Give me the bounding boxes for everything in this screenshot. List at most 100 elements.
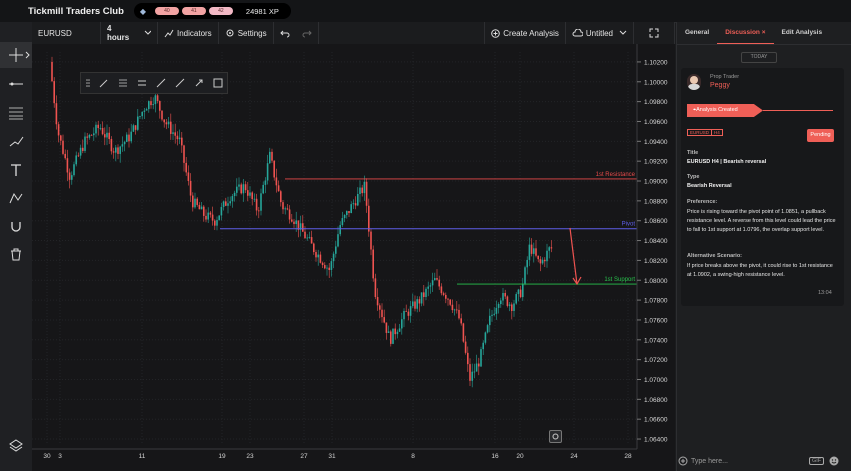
candle-body [255, 198, 258, 211]
rectangle-icon[interactable] [213, 78, 223, 88]
candle-body [137, 116, 139, 130]
type-label: Type [687, 174, 700, 180]
candle-body [148, 101, 150, 110]
plus-circle-icon[interactable] [678, 456, 688, 466]
pattern-tool[interactable] [0, 185, 32, 211]
candle-body [324, 265, 326, 269]
candle-body [418, 299, 421, 304]
candle-body [152, 104, 154, 106]
close-icon[interactable]: × [762, 29, 766, 36]
magnet-tool[interactable] [0, 214, 32, 240]
candle-body [458, 309, 460, 319]
candle-body [126, 134, 128, 142]
candle-body [110, 139, 113, 152]
candle-body [504, 293, 506, 297]
candle-body [295, 220, 297, 225]
candle-body [192, 195, 194, 208]
candle-body [209, 212, 212, 215]
diamond-icon: ◆ [139, 6, 147, 16]
candle-body [326, 267, 328, 269]
candle-body [229, 201, 231, 204]
create-analysis-button[interactable]: Create Analysis [484, 22, 566, 44]
preference-label: Preference: [687, 199, 718, 205]
horizontal-line-tool[interactable] [0, 71, 32, 97]
candle-body [236, 186, 238, 193]
candle-body [189, 181, 192, 196]
candle-body [139, 116, 141, 117]
candle-body [130, 131, 132, 142]
brush-tool[interactable] [0, 128, 32, 154]
channel-icon[interactable] [137, 78, 147, 88]
price-chart[interactable]: 1st Resistance1.09021Pivot1.085191st Sup… [32, 44, 675, 471]
candle-body [359, 187, 361, 195]
arrow-tool-icon[interactable] [194, 78, 204, 88]
fullscreen-button[interactable] [634, 22, 675, 44]
candle-body [346, 211, 348, 216]
brush-icon [9, 136, 24, 147]
trend-icon[interactable] [156, 78, 166, 88]
message-input[interactable]: Type here... [691, 458, 809, 465]
screenshot-button[interactable] [549, 430, 562, 443]
pencil-icon[interactable] [99, 78, 109, 88]
candle-body [370, 231, 372, 250]
lines-icon[interactable] [118, 78, 128, 88]
time-tick-label: 23 [246, 453, 254, 460]
candle-body [84, 136, 86, 151]
interval-tag: H4 [711, 129, 723, 136]
ray-icon[interactable] [175, 78, 185, 88]
settings-button[interactable]: Settings [219, 22, 274, 44]
delete-tool[interactable] [0, 241, 32, 267]
price-tick-label: 1.07800 [644, 298, 668, 305]
price-tick-label: 1.08400 [644, 238, 668, 245]
fib-tool[interactable] [0, 100, 32, 126]
layers-tool[interactable] [0, 432, 32, 458]
candle-body [225, 201, 227, 206]
tab-discussion[interactable]: Discussion × [717, 22, 774, 44]
candle-body [357, 194, 359, 206]
candle-body [462, 323, 465, 342]
symbol-selector[interactable]: EURUSD [32, 22, 101, 44]
indicators-button[interactable]: Indicators [158, 22, 219, 44]
layout-selector[interactable]: Untitled [566, 22, 634, 44]
candle-body [385, 322, 388, 333]
tab-edit-analysis[interactable]: Edit Analysis [774, 22, 831, 44]
candle-body [469, 364, 471, 381]
candle-body [156, 95, 159, 102]
candle-body [372, 249, 374, 279]
candle-body [68, 172, 71, 180]
candle-body [266, 163, 269, 181]
undo-button[interactable] [274, 22, 296, 44]
price-tick-label: 1.06800 [644, 397, 668, 404]
candle-body [456, 309, 458, 311]
candle-body [134, 125, 137, 130]
text-tool[interactable] [0, 157, 32, 183]
candle-body [60, 135, 62, 141]
candle-body [64, 153, 66, 159]
candle-body [165, 122, 168, 125]
author-name[interactable]: Peggy [710, 82, 730, 89]
time-tick-label: 27 [300, 453, 308, 460]
candle-body [396, 331, 399, 335]
candle-body [240, 184, 242, 194]
candle-body [104, 134, 106, 138]
candle-body [420, 292, 423, 304]
drag-handle-icon[interactable] [85, 78, 90, 88]
layers-icon [9, 439, 23, 452]
redo-button[interactable] [296, 22, 319, 44]
pattern-icon [9, 192, 23, 204]
gif-button[interactable]: GIF [809, 457, 825, 465]
price-tick-label: 1.09600 [644, 119, 668, 126]
candle-body [414, 301, 416, 309]
crosshair-tool[interactable] [0, 42, 32, 68]
candle-body [121, 144, 124, 147]
candle-body [330, 261, 333, 271]
candle-body [231, 196, 234, 202]
interval-selector[interactable]: 4 hours [101, 22, 158, 44]
tab-general[interactable]: General [677, 22, 717, 44]
candle-body [502, 293, 504, 301]
candle-body [277, 185, 280, 192]
candle-body [541, 259, 544, 264]
emoji-icon[interactable] [829, 456, 839, 466]
price-tick-label: 1.08600 [644, 218, 668, 225]
candle-body [308, 237, 311, 238]
